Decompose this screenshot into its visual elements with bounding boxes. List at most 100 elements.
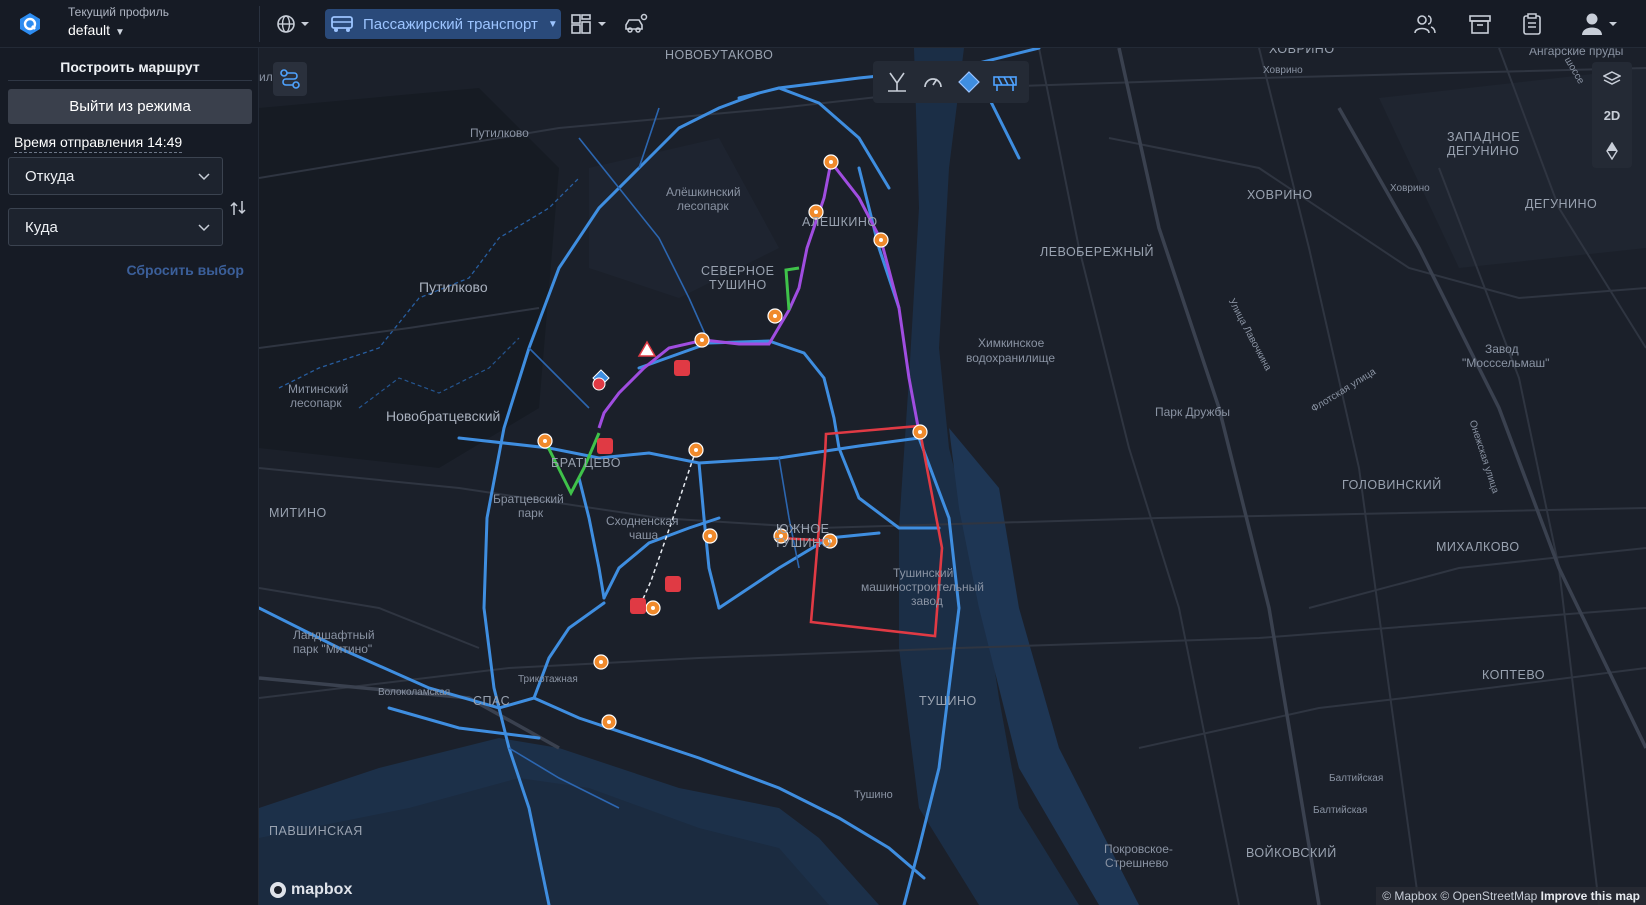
- map-label: АЛЕШКИНО: [802, 215, 878, 229]
- mapbox-icon: [270, 882, 286, 898]
- route-icon: [280, 69, 300, 89]
- map-label: лесопарк: [290, 396, 342, 410]
- map-label: Балтийская: [1313, 805, 1368, 816]
- from-select[interactable]: Откуда: [8, 157, 223, 195]
- compass-icon[interactable]: [1592, 134, 1632, 168]
- map-label: Ховрино: [1263, 65, 1303, 76]
- map-label: ДЕГУНИНО: [1525, 197, 1598, 211]
- map-label: Балтийская: [1329, 773, 1384, 784]
- map-label: ЗАПАДНОЕ: [1447, 130, 1521, 144]
- map-label: Волоколамская: [378, 687, 451, 698]
- swap-icon[interactable]: [230, 199, 246, 221]
- car-person-icon: [625, 13, 648, 33]
- map-label: Митинский: [288, 382, 349, 396]
- map-label: Алёшкинский: [666, 185, 741, 199]
- roadblock-icon[interactable]: [991, 68, 1019, 96]
- chevron-down-icon: ▼: [115, 27, 125, 38]
- map-label: парк "Митино": [293, 642, 373, 656]
- chevron-down-icon: ▼: [547, 18, 558, 30]
- map-label: Тушино: [854, 789, 893, 801]
- map-label: ЮЖНОЕ: [776, 522, 830, 536]
- map-label: МИХАЛКОВО: [1436, 540, 1520, 554]
- map-label: МИТИНО: [269, 506, 327, 520]
- app-logo-icon[interactable]: [18, 12, 42, 36]
- map-label: Братцевский: [493, 492, 564, 506]
- dashboard-layout-button[interactable]: [570, 10, 608, 38]
- profile-value[interactable]: default ▼: [68, 20, 169, 43]
- map-label: КОПТЕВО: [1482, 668, 1545, 682]
- to-select[interactable]: Куда: [8, 208, 223, 246]
- archive-icon: [1469, 15, 1491, 34]
- chevron-down-icon: [198, 173, 210, 181]
- layers-icon[interactable]: [1592, 62, 1632, 96]
- map-label: Ховрино: [1390, 183, 1430, 194]
- map-label: машиностроительный: [861, 580, 984, 594]
- mapbox-logo: mapbox: [269, 881, 352, 899]
- map-label: БРАТЦЕВО: [551, 456, 621, 470]
- from-select-placeholder: Откуда: [25, 167, 75, 185]
- map-label: Ландшафтный: [293, 628, 375, 642]
- transport-mode-dropdown[interactable]: Пассажирский транспорт ▼: [325, 9, 561, 39]
- profile-caption: Текущий профиль: [68, 5, 170, 19]
- diamond-sign-icon[interactable]: [955, 68, 983, 96]
- map-label: ДЕГУНИНО: [1447, 144, 1520, 158]
- route-tool-button[interactable]: [273, 62, 307, 96]
- bus-icon: [331, 16, 353, 32]
- map-label: Химкинское: [978, 336, 1045, 350]
- profile-selector[interactable]: Текущий профиль default ▼: [68, 4, 169, 43]
- users-icon: [1414, 15, 1436, 34]
- map-label: "Мосссельмаш": [1462, 356, 1550, 370]
- improve-map-link[interactable]: Improve this map: [1541, 889, 1640, 903]
- map-label: Покровское-: [1104, 842, 1173, 856]
- globe-icon: [277, 15, 309, 33]
- map-label: Новобратцевский: [386, 408, 501, 424]
- map-label: ТУШИНО: [919, 694, 977, 708]
- language-button[interactable]: [274, 10, 312, 38]
- map-attribution: © Mapbox © OpenStreetMap Improve this ma…: [1376, 887, 1646, 905]
- map-label: ВОЙКОВСКИЙ: [1246, 846, 1337, 860]
- map-label: Сходненская: [606, 514, 679, 528]
- map-label: ГОЛОВИНСКИЙ: [1342, 478, 1442, 492]
- map-label: Ангарские пруды: [1529, 48, 1624, 58]
- map-label: СЕВЕРНОЕ: [701, 264, 775, 278]
- map-label: Парк Дружбы: [1155, 405, 1231, 419]
- speedometer-icon[interactable]: [919, 68, 947, 96]
- user-menu-button[interactable]: [1576, 11, 1620, 37]
- map-canvas[interactable]: НОВОБУТАКОВО илково Путилково Путилково …: [259, 48, 1646, 905]
- reset-selection-link[interactable]: Сбросить выбор: [0, 262, 244, 278]
- panel-title: Построить маршрут: [8, 54, 252, 81]
- map-label: ХОВРИНО: [1269, 48, 1335, 56]
- map-label: НОВОБУТАКОВО: [665, 48, 774, 62]
- attribution-text: © Mapbox © OpenStreetMap: [1382, 889, 1538, 903]
- map-label: ХОВРИНО: [1247, 188, 1313, 202]
- view-2d-toggle[interactable]: 2D: [1592, 98, 1632, 132]
- car-sharing-button[interactable]: [621, 10, 651, 38]
- map-label: Путилково: [470, 126, 529, 140]
- exit-mode-button[interactable]: Выйти из режима: [8, 89, 252, 124]
- to-select-placeholder: Куда: [25, 218, 58, 236]
- fork-road-icon[interactable]: [883, 68, 911, 96]
- top-bar: Текущий профиль default ▼ Пассажирский тр…: [0, 0, 1646, 48]
- map-label: водохранилище: [966, 351, 1055, 365]
- map-label: парк: [518, 506, 544, 520]
- archive-button[interactable]: [1466, 11, 1494, 37]
- chevron-down-icon: [198, 224, 210, 232]
- map-label: Стрешнево: [1105, 856, 1169, 870]
- map-label: чаша: [629, 528, 659, 542]
- route-builder-panel: Построить маршрут Выйти из режима Время …: [0, 48, 259, 905]
- clipboard-button[interactable]: [1518, 11, 1546, 37]
- layout-grid-icon: [571, 14, 606, 34]
- map-label: ТУШИНО: [774, 536, 832, 550]
- map-label: ПАВШИНСКАЯ: [269, 824, 363, 838]
- map-view-controls: 2D: [1592, 62, 1632, 168]
- departure-time[interactable]: Время отправления 14:49: [14, 132, 183, 153]
- map-label: ТУШИНО: [709, 278, 767, 292]
- divider: [259, 6, 260, 42]
- map-label: завод: [911, 594, 943, 608]
- map-label: Завод: [1485, 342, 1519, 356]
- map-label: СПАС: [473, 694, 511, 708]
- map-label: Тушинский: [893, 566, 954, 580]
- map-layers-toolbar: [873, 61, 1029, 103]
- users-button[interactable]: [1411, 11, 1439, 37]
- user-avatar-icon: [1582, 13, 1617, 35]
